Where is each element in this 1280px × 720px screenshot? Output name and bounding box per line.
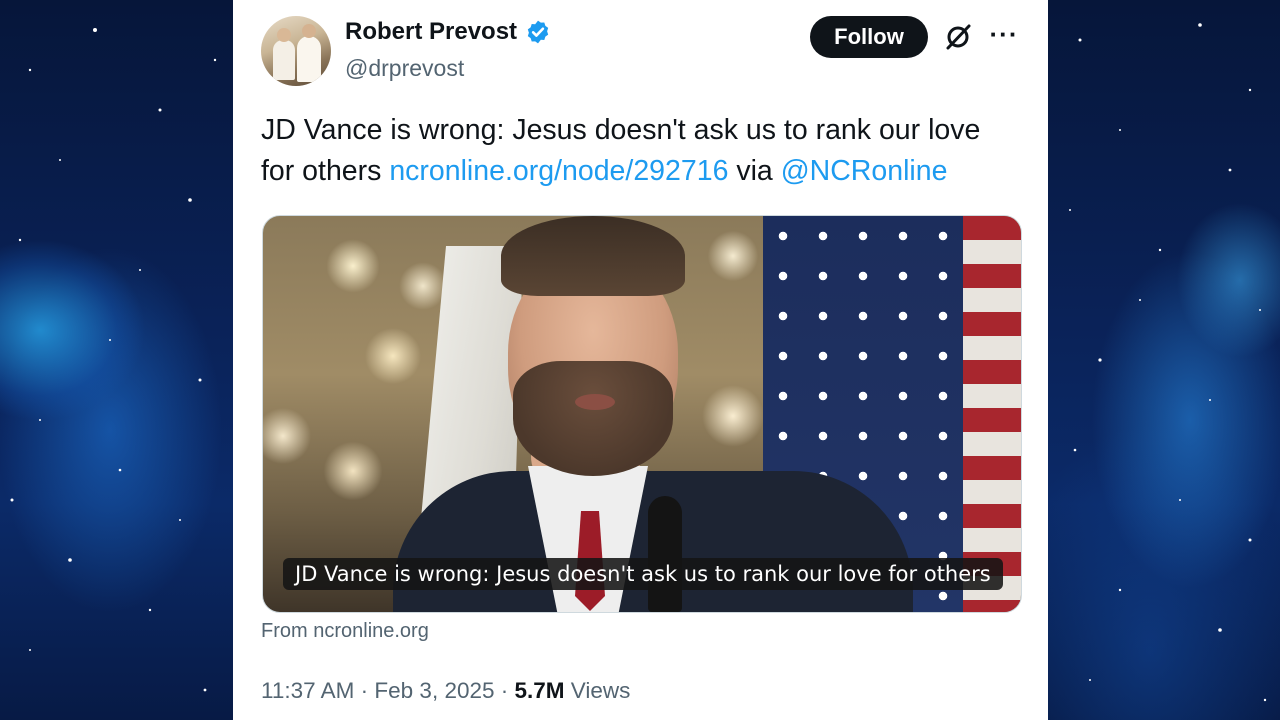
microphone-image (648, 496, 682, 612)
author-handle[interactable]: @drprevost (345, 55, 464, 82)
tweet-meta: 11:37 AM · Feb 3, 2025 · 5.7M Views (261, 678, 630, 704)
views-label: Views (564, 678, 631, 703)
meta-separator: · (354, 678, 375, 703)
ncronline-mention-link[interactable]: @NCRonline (781, 155, 948, 187)
us-flag-stripes (963, 216, 1021, 612)
link-preview-card[interactable]: JD Vance is wrong: Jesus doesn't ask us … (262, 215, 1022, 613)
tweet-card: Robert Prevost @drprevost Follow ··· JD … (233, 0, 1048, 720)
grok-icon[interactable] (943, 22, 973, 52)
tweet-date[interactable]: Feb 3, 2025 (374, 678, 494, 703)
views-count: 5.7M (514, 678, 565, 703)
preview-source[interactable]: From ncronline.org (261, 620, 429, 643)
preview-caption: JD Vance is wrong: Jesus doesn't ask us … (283, 558, 1003, 590)
tweet-time[interactable]: 11:37 AM (261, 678, 354, 703)
more-options-icon[interactable]: ··· (989, 21, 1019, 52)
article-link[interactable]: ncronline.org/node/292716 (389, 155, 728, 187)
author-display-name[interactable]: Robert Prevost (345, 18, 517, 46)
follow-button[interactable]: Follow (810, 16, 928, 58)
via-text: via (728, 155, 781, 187)
verified-badge-icon (527, 20, 549, 44)
meta-separator-2: · (494, 678, 515, 703)
author-avatar[interactable] (261, 16, 331, 86)
author-name-row: Robert Prevost (345, 18, 551, 46)
tweet-text: JD Vance is wrong: Jesus doesn't ask us … (261, 110, 1021, 192)
